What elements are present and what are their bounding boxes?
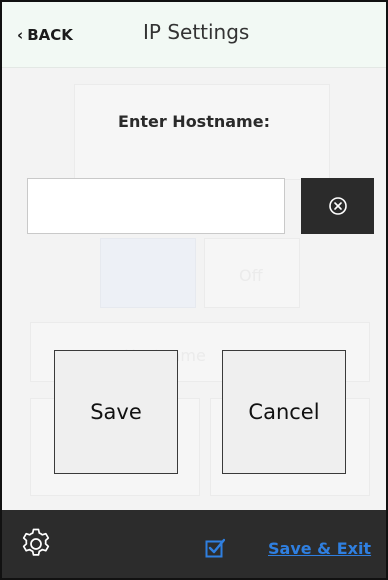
clear-input-button[interactable] xyxy=(301,178,374,234)
cancel-button[interactable]: Cancel xyxy=(222,350,346,474)
save-button[interactable]: Save xyxy=(54,350,178,474)
save-exit-link[interactable]: Save & Exit xyxy=(268,539,371,558)
back-label: BACK xyxy=(27,26,73,44)
chevron-left-icon: ‹ xyxy=(17,26,24,44)
device-screen: ‹ BACK IP Settings Off Hostname Enter Ho… xyxy=(0,0,388,580)
header-bar: ‹ BACK IP Settings xyxy=(2,2,386,68)
checkbox-icon[interactable] xyxy=(205,538,225,558)
bg-panel xyxy=(74,84,330,180)
bg-toggle-off-label: Off xyxy=(239,266,263,285)
footer-bar: Save & Exit xyxy=(2,510,386,578)
hostname-label: Enter Hostname: xyxy=(118,112,270,131)
bg-toggle-on xyxy=(100,238,196,308)
clear-circle-icon xyxy=(328,197,347,215)
back-button[interactable]: ‹ BACK xyxy=(17,23,73,47)
gear-icon[interactable] xyxy=(18,526,54,562)
hostname-input[interactable] xyxy=(27,178,285,234)
page-title: IP Settings xyxy=(143,20,250,44)
